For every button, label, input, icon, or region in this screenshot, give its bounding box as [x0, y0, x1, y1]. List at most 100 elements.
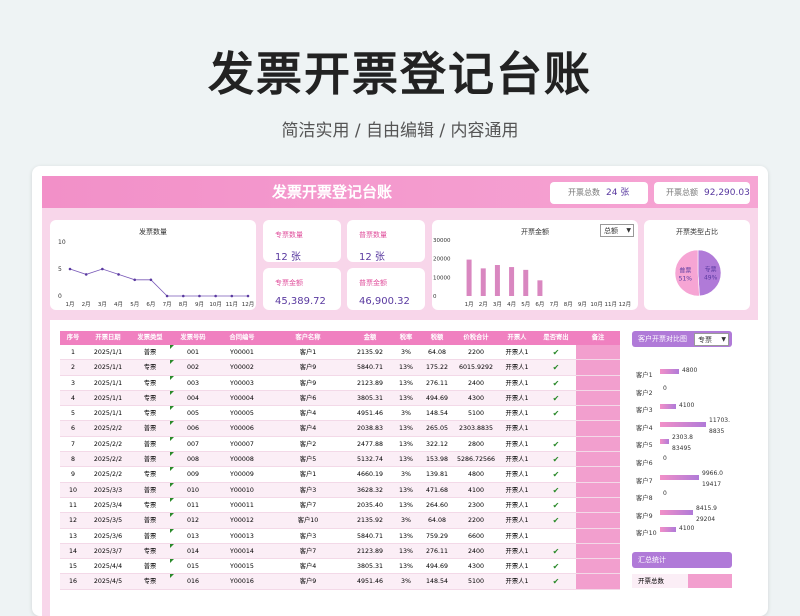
table-cell[interactable]	[576, 482, 620, 497]
table-cell[interactable]	[576, 421, 620, 436]
column-header[interactable]: 价税合计	[454, 331, 498, 345]
table-cell[interactable]: 15	[60, 559, 86, 573]
table-cell[interactable]: 11	[60, 498, 86, 512]
table-cell[interactable]: 开票人1	[498, 559, 536, 573]
table-cell[interactable]: 客户7	[268, 544, 348, 558]
table-cell[interactable]: 5100	[454, 574, 498, 588]
customer-type-select[interactable]: 专票 ▼	[694, 333, 729, 346]
table-cell[interactable]: 2123.89	[348, 376, 392, 390]
column-header[interactable]: 金额	[348, 331, 392, 345]
table-cell[interactable]	[576, 452, 620, 467]
table-cell[interactable]: 3%	[392, 513, 420, 527]
table-cell[interactable]: 开票人1	[498, 483, 536, 497]
table-cell[interactable]	[576, 345, 620, 360]
table-cell[interactable]: 265.05	[420, 421, 454, 435]
table-cell[interactable]: 2025/1/1	[86, 360, 130, 374]
table-cell[interactable]: 3	[60, 376, 86, 390]
sent-check-cell[interactable]: ✔	[536, 574, 576, 588]
table-cell[interactable]: 2135.92	[348, 513, 392, 527]
table-cell[interactable]: 4951.46	[348, 406, 392, 420]
table-cell[interactable]: 专票	[130, 574, 170, 588]
table-cell[interactable]: 普票	[130, 559, 170, 573]
table-cell[interactable]	[576, 467, 620, 482]
table-cell[interactable]: 2025/3/6	[86, 529, 130, 543]
table-cell[interactable]: 002	[170, 360, 216, 374]
table-cell[interactable]: 3%	[392, 467, 420, 481]
table-cell[interactable]: 2303.8835	[454, 421, 498, 435]
column-header[interactable]: 备注	[576, 331, 620, 345]
table-cell[interactable]: 专票	[130, 376, 170, 390]
table-cell[interactable]: 004	[170, 390, 216, 405]
sent-check-cell[interactable]: ✔	[536, 345, 576, 359]
sent-check-cell[interactable]: ✔	[536, 498, 576, 512]
sent-check-cell[interactable]	[536, 529, 576, 543]
table-cell[interactable]: 3%	[392, 406, 420, 420]
table-cell[interactable]: 客户1	[268, 467, 348, 481]
table-cell[interactable]: 13%	[392, 452, 420, 466]
table-cell[interactable]: 2025/3/4	[86, 498, 130, 512]
table-cell[interactable]: 客户2	[268, 437, 348, 451]
table-cell[interactable]: 2025/1/1	[86, 391, 130, 405]
table-cell[interactable]: 客户7	[268, 498, 348, 512]
column-header[interactable]: 序号	[60, 331, 86, 345]
table-cell[interactable]: 2025/3/7	[86, 544, 130, 558]
table-cell[interactable]: 专票	[130, 391, 170, 405]
table-cell[interactable]: 2025/2/2	[86, 437, 130, 451]
sent-check-cell[interactable]: ✔	[536, 360, 576, 374]
table-cell[interactable]: 2800	[454, 437, 498, 451]
column-header[interactable]: 客户名称	[268, 331, 348, 345]
column-header[interactable]: 发票号码	[170, 331, 216, 345]
table-cell[interactable]: 64.08	[420, 513, 454, 527]
table-cell[interactable]: 客户9	[268, 376, 348, 390]
table-cell[interactable]: 13%	[392, 376, 420, 390]
table-cell[interactable]: 13%	[392, 529, 420, 543]
table-cell[interactable]: 普票	[130, 345, 170, 359]
table-cell[interactable]: 64.08	[420, 345, 454, 359]
table-cell[interactable]: 开票人1	[498, 544, 536, 558]
table-cell[interactable]: 客户5	[268, 452, 348, 466]
table-cell[interactable]: Y00012	[216, 513, 268, 527]
table-cell[interactable]	[576, 528, 620, 543]
table-cell[interactable]: 009	[170, 467, 216, 481]
table-cell[interactable]: 开票人1	[498, 376, 536, 390]
table-cell[interactable]: Y00008	[216, 452, 268, 466]
table-cell[interactable]: 6015.9292	[454, 360, 498, 374]
table-cell[interactable]: 759.29	[420, 529, 454, 543]
table-cell[interactable]: 4300	[454, 391, 498, 405]
table-cell[interactable]: 2	[60, 360, 86, 374]
table-cell[interactable]: 015	[170, 559, 216, 573]
column-header[interactable]: 税率	[392, 331, 420, 345]
sent-check-cell[interactable]: ✔	[536, 391, 576, 405]
table-cell[interactable]: 148.54	[420, 574, 454, 588]
table-cell[interactable]: 1	[60, 345, 86, 359]
table-cell[interactable]	[576, 559, 620, 574]
table-cell[interactable]: 2025/3/3	[86, 483, 130, 497]
sent-check-cell[interactable]: ✔	[536, 483, 576, 497]
table-cell[interactable]: Y00014	[216, 544, 268, 558]
table-cell[interactable]: 普票	[130, 421, 170, 435]
sent-check-cell[interactable]: ✔	[536, 406, 576, 420]
table-cell[interactable]: 开票人1	[498, 529, 536, 543]
table-cell[interactable]: 322.12	[420, 437, 454, 451]
table-cell[interactable]	[576, 360, 620, 375]
table-cell[interactable]: 3%	[392, 345, 420, 359]
table-cell[interactable]	[576, 543, 620, 559]
table-cell[interactable]: 4	[60, 391, 86, 405]
table-cell[interactable]: 5132.74	[348, 452, 392, 466]
table-cell[interactable]: 2400	[454, 376, 498, 390]
table-cell[interactable]: 2025/1/1	[86, 406, 130, 420]
sent-check-cell[interactable]: ✔	[536, 544, 576, 558]
table-cell[interactable]: Y00015	[216, 559, 268, 573]
table-cell[interactable]: 139.81	[420, 467, 454, 481]
table-cell[interactable]: Y00001	[216, 345, 268, 359]
table-cell[interactable]: 开票人1	[498, 360, 536, 374]
column-header[interactable]: 合同编号	[216, 331, 268, 345]
table-cell[interactable]: 开票人1	[498, 345, 536, 359]
table-cell[interactable]: 008	[170, 452, 216, 466]
table-cell[interactable]: 006	[170, 421, 216, 435]
sent-check-cell[interactable]: ✔	[536, 513, 576, 527]
table-cell[interactable]: Y00004	[216, 391, 268, 405]
sent-check-cell[interactable]: ✔	[536, 559, 576, 573]
table-cell[interactable]: 471.68	[420, 483, 454, 497]
table-cell[interactable]: 7	[60, 437, 86, 451]
